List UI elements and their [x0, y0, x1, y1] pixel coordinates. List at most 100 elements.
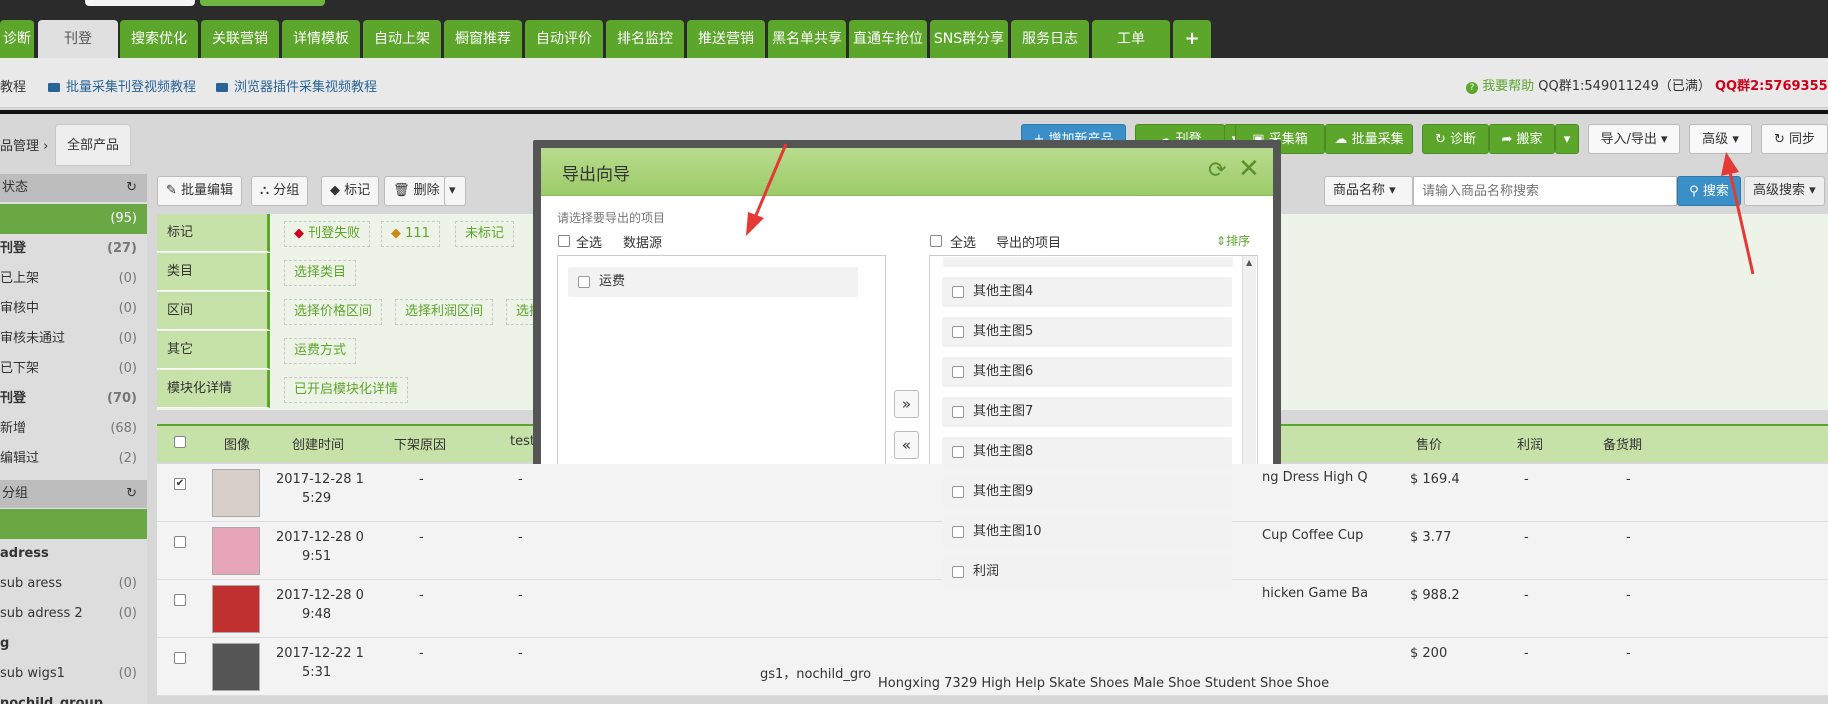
tab-push-marketing[interactable]: 推送营销 [687, 20, 765, 58]
product-title[interactable]: hicken Game Ba [1262, 586, 1368, 601]
option-checkbox[interactable] [952, 366, 964, 378]
select-profit-range[interactable]: 选择利润区间 [395, 299, 494, 325]
delete-button[interactable]: 🗑 删除 [384, 176, 449, 206]
refresh-icon[interactable]: ↻ [126, 480, 137, 508]
sidebar-item[interactable]: (95) [0, 204, 147, 234]
move-left-button[interactable]: « [894, 431, 919, 459]
row-checkbox[interactable] [174, 536, 186, 548]
plugin-video-link[interactable]: 浏览器插件采集视频教程 [216, 76, 377, 95]
product-title[interactable]: Cup Coffee Cup [1262, 528, 1363, 543]
export-option[interactable]: 利润 [942, 557, 1232, 587]
sort-button[interactable]: ⇕排序 [1216, 232, 1250, 249]
option-checkbox[interactable] [952, 486, 964, 498]
export-option[interactable]: 运费 [568, 267, 858, 297]
select-all-checkbox[interactable] [174, 436, 186, 448]
product-title[interactable]: Hongxing 7329 High Help Skate Shoes Male… [878, 676, 1329, 691]
sidebar-item[interactable]: sub wigs1 (0) [0, 659, 147, 689]
product-thumbnail[interactable] [212, 643, 260, 691]
export-option[interactable]: 其他主图9 [942, 477, 1232, 507]
add-tab-button[interactable]: + [1173, 20, 1211, 58]
sidebar-item[interactable]: 刊登 (70) [0, 384, 147, 414]
tag-publish-failed[interactable]: ◆ 刊登失败 [284, 221, 371, 247]
tab-window-recommend[interactable]: 橱窗推荐 [444, 20, 522, 58]
sidebar-item[interactable]: adress [0, 539, 147, 569]
sidebar-item[interactable]: 已下架 (0) [0, 354, 147, 384]
batch-collect-button[interactable]: ☁ 批量采集 [1325, 124, 1413, 154]
scroll-up-icon[interactable]: ▲ [1246, 258, 1252, 267]
export-option[interactable]: 其他主图5 [942, 317, 1232, 347]
sidebar-item[interactable]: 审核未通过 (0) [0, 324, 147, 354]
move-right-button[interactable]: » [894, 390, 919, 418]
export-option[interactable]: 其他主图8 [942, 437, 1232, 467]
export-option[interactable]: 其他主图10 [942, 517, 1232, 547]
refresh-icon[interactable]: ↻ [126, 174, 137, 202]
option-checkbox[interactable] [952, 446, 964, 458]
tab-service-log[interactable]: 服务日志 [1011, 20, 1089, 58]
refresh-icon[interactable]: ⟳ [1208, 158, 1226, 183]
tab-related-marketing[interactable]: 关联营销 [201, 20, 279, 58]
sidebar-item[interactable] [0, 509, 147, 539]
product-thumbnail[interactable] [212, 527, 260, 575]
batch-collect-video-link[interactable]: 批量采集刊登视频教程 [48, 76, 196, 95]
row-checkbox[interactable]: ✔ [174, 478, 186, 490]
select-category[interactable]: 选择类目 [284, 260, 357, 286]
more-dropdown[interactable]: ▾ [444, 176, 466, 206]
option-checkbox[interactable] [952, 326, 964, 338]
move-dropdown[interactable]: ▾ [1555, 124, 1579, 154]
sync-button[interactable]: ↻ 同步 [1761, 124, 1828, 154]
left-select-all-checkbox[interactable] [558, 235, 570, 247]
sidebar-item[interactable]: 编辑过 (2) [0, 444, 147, 474]
tutorial-link[interactable]: 教程 [0, 76, 26, 95]
close-icon[interactable]: ✕ [1238, 154, 1260, 184]
modular-detail-enabled[interactable]: 已开启模块化详情 [284, 377, 409, 403]
option-checkbox[interactable] [952, 406, 964, 418]
batch-edit-button[interactable]: ✎ 批量编辑 [157, 176, 243, 206]
row-checkbox[interactable] [174, 652, 186, 664]
select-price-range[interactable]: 选择价格区间 [284, 299, 383, 325]
move-button[interactable]: ➦ 搬家 [1489, 124, 1555, 154]
right-select-all-checkbox[interactable] [930, 235, 942, 247]
sidebar-item[interactable]: 刊登 (27) [0, 234, 147, 264]
tag-111[interactable]: ◆ 111 [381, 221, 440, 247]
tag-unmarked[interactable]: 未标记 [455, 221, 515, 247]
tab-blacklist[interactable]: 黑名单共享 [768, 20, 846, 58]
search-input[interactable] [1413, 176, 1677, 206]
search-field-select[interactable]: 商品名称 ▾ [1324, 176, 1413, 206]
sidebar-item[interactable]: 已上架 (0) [0, 264, 147, 294]
product-title[interactable]: ng Dress High Q [1262, 470, 1368, 485]
help-link[interactable]: 我要帮助 [1482, 79, 1534, 94]
tab-ticket[interactable]: 工单 [1092, 20, 1170, 58]
tab-auto-review[interactable]: 自动评价 [525, 20, 603, 58]
option-checkbox[interactable] [578, 276, 590, 288]
sidebar-item[interactable]: 审核中 (0) [0, 294, 147, 324]
product-thumbnail[interactable] [212, 585, 260, 633]
tab-detail-template[interactable]: 详情模板 [282, 20, 360, 58]
tab-diagnose[interactable]: 诊断 [0, 20, 34, 58]
tab-auto-list[interactable]: 自动上架 [363, 20, 441, 58]
group-button[interactable]: ⛬ 分组 [251, 176, 309, 206]
tab-sns-share[interactable]: SNS群分享 [930, 20, 1008, 58]
export-option[interactable]: 其他主图4 [942, 277, 1232, 307]
diagnose-button[interactable]: ↻ 诊断 [1422, 124, 1489, 154]
sidebar-item[interactable]: 新增 (68) [0, 414, 147, 444]
export-option[interactable]: 其他主图7 [942, 397, 1232, 427]
sidebar-item[interactable]: sub adress 2 (0) [0, 599, 147, 629]
mark-button[interactable]: ◆ 标记 [321, 176, 380, 206]
tab-publish[interactable]: 刊登 [38, 20, 118, 58]
row-checkbox[interactable] [174, 594, 186, 606]
option-checkbox[interactable] [952, 286, 964, 298]
breadcrumb-parent[interactable]: 品管理 › [0, 128, 48, 166]
sidebar-item[interactable]: sub aress (0) [0, 569, 147, 599]
import-export-button[interactable]: 导入/导出 ▾ [1588, 124, 1680, 154]
option-checkbox[interactable] [952, 566, 964, 578]
export-option[interactable]: 其他主图6 [942, 357, 1232, 387]
breadcrumb-current[interactable]: 全部产品 [55, 124, 131, 166]
option-checkbox[interactable] [952, 526, 964, 538]
tab-rank-monitor[interactable]: 排名监控 [606, 20, 684, 58]
sidebar-item[interactable]: nochild_group [0, 689, 147, 704]
shipping-method[interactable]: 运费方式 [284, 338, 357, 364]
sidebar-item[interactable]: g [0, 629, 147, 659]
product-thumbnail[interactable] [212, 469, 260, 517]
tab-ad-bid[interactable]: 直通车抢位 [849, 20, 927, 58]
tab-search-optimize[interactable]: 搜索优化 [120, 20, 198, 58]
